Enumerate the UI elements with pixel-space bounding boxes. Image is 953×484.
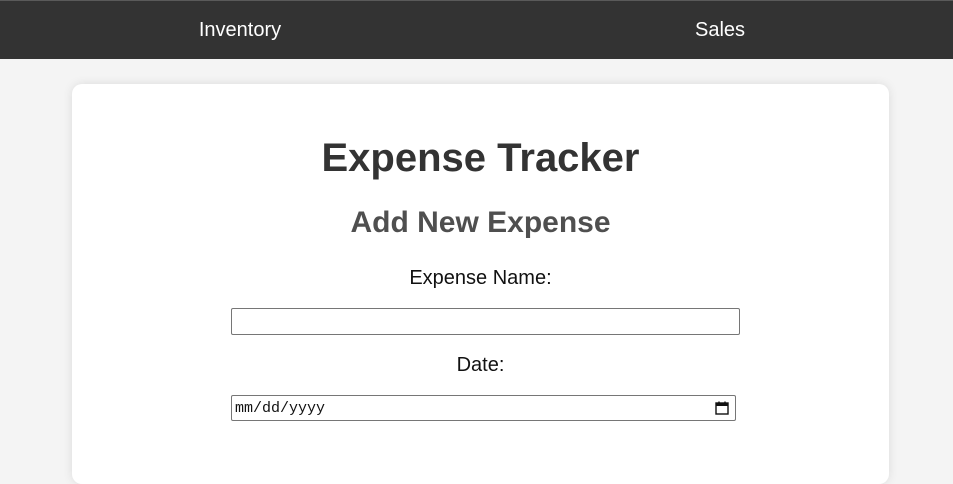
nav-link-inventory[interactable]: Inventory [2, 1, 478, 60]
calendar-icon[interactable] [714, 400, 730, 416]
date-placeholder: mm/dd/yyyy [235, 399, 326, 417]
date-label: Date: [456, 354, 505, 376]
expense-name-input[interactable] [231, 308, 740, 335]
page-title: Expense Tracker [321, 136, 640, 180]
nav-link-sales[interactable]: Sales [482, 1, 953, 60]
expense-name-label: Expense Name: [409, 267, 552, 289]
top-navigation-bar: Inventory Sales [0, 0, 953, 59]
expense-card: Expense Tracker Add New Expense Expense … [72, 84, 889, 484]
section-title: Add New Expense [350, 206, 611, 239]
date-input[interactable]: mm/dd/yyyy [231, 395, 736, 421]
